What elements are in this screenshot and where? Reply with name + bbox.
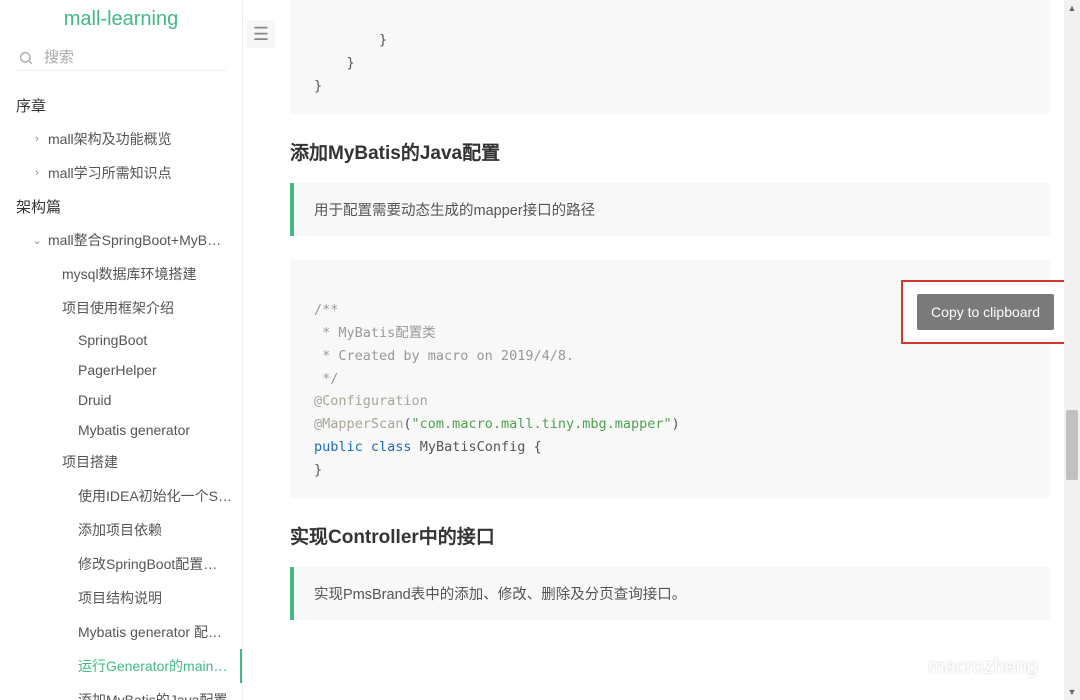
sidebar-item-mybatis-generator[interactable]: Mybatis generator bbox=[0, 415, 242, 445]
highlight-box: Copy to clipboard bbox=[901, 280, 1070, 344]
blockquote-pmsbrand: 实现PmsBrand表中的添加、修改、删除及分页查询接口。 bbox=[290, 567, 1050, 620]
chevron-right-icon: › bbox=[32, 133, 42, 145]
sidebar-item-generator-config[interactable]: Mybatis generator 配… bbox=[0, 615, 242, 649]
code-block-stub: } } } bbox=[290, 0, 1050, 114]
sidebar-item-mysql-setup[interactable]: mysql数据库环境搭建 bbox=[0, 257, 242, 291]
sidebar-item-add-deps[interactable]: 添加项目依赖 bbox=[0, 513, 242, 547]
sidebar-item-architecture-overview[interactable]: › mall架构及功能概览 bbox=[0, 122, 242, 156]
page-scrollbar[interactable]: ▲ ▼ bbox=[1064, 0, 1080, 700]
sidebar-item-label: 使用IDEA初始化一个S… bbox=[78, 486, 232, 506]
chevron-down-icon: ⌄ bbox=[32, 234, 42, 247]
sidebar-item-label: mysql数据库环境搭建 bbox=[62, 264, 197, 284]
brand-link[interactable]: mall-learning bbox=[64, 8, 179, 30]
sidebar-item-label: 项目使用框架介绍 bbox=[62, 298, 174, 318]
sidebar-item-label: 运行Generator的main… bbox=[78, 656, 227, 676]
nav-section-title: 序章 bbox=[0, 89, 242, 122]
sidebar-item-idea-init[interactable]: 使用IDEA初始化一个S… bbox=[0, 479, 242, 513]
sidebar-item-druid[interactable]: Druid bbox=[0, 385, 242, 415]
sidebar-item-pagerhelper[interactable]: PagerHelper bbox=[0, 355, 242, 385]
sidebar-item-label: 修改SpringBoot配置… bbox=[78, 554, 217, 574]
sidebar-item-label: Druid bbox=[78, 392, 111, 408]
nav-section-title: 架构篇 bbox=[0, 190, 242, 223]
sidebar-item-frameworks[interactable]: 项目使用框架介绍 bbox=[0, 291, 242, 325]
sidebar-item-knowledge[interactable]: › mall学习所需知识点 bbox=[0, 156, 242, 190]
search-input[interactable] bbox=[44, 49, 243, 66]
sidebar-item-label: PagerHelper bbox=[78, 362, 157, 378]
sidebar-item-label: mall架构及功能概览 bbox=[48, 129, 172, 149]
sidebar-nav: 序章 › mall架构及功能概览 › mall学习所需知识点 架构篇 ⌄ mall整合… bbox=[0, 85, 242, 700]
sidebar-item-add-mybatis-java[interactable]: 添加MyBatis的Java配置 bbox=[0, 683, 242, 700]
sidebar-item-springboot-myb[interactable]: ⌄ mall整合SpringBoot+MyB… bbox=[0, 223, 242, 257]
copy-to-clipboard-button[interactable]: Copy to clipboard bbox=[917, 294, 1054, 330]
sidebar-item-label: Mybatis generator 配… bbox=[78, 622, 222, 642]
sidebar-item-label: 添加MyBatis的Java配置 bbox=[78, 690, 227, 700]
blockquote-mapper-path: 用于配置需要动态生成的mapper接口的路径 bbox=[290, 183, 1050, 236]
sidebar-item-label: mall整合SpringBoot+MyB… bbox=[48, 230, 221, 250]
watermark-text: macrozheng bbox=[928, 656, 1038, 679]
sidebar-item-run-generator[interactable]: 运行Generator的main… bbox=[0, 649, 242, 683]
brand[interactable]: mall-learning bbox=[0, 0, 242, 37]
sidebar-item-springboot[interactable]: SpringBoot bbox=[0, 325, 242, 355]
sidebar-item-label: mall学习所需知识点 bbox=[48, 163, 172, 183]
search-box[interactable] bbox=[16, 45, 226, 71]
search-icon bbox=[18, 50, 34, 66]
heading-implement-controller: 实现Controller中的接口 bbox=[290, 522, 1050, 549]
heading-add-mybatis-java-config: 添加MyBatis的Java配置 bbox=[290, 138, 1050, 165]
sidebar-item-label: 项目搭建 bbox=[62, 452, 118, 472]
wechat-icon bbox=[872, 648, 918, 686]
sidebar-item-structure[interactable]: 项目结构说明 bbox=[0, 581, 242, 615]
sidebar-item-label: 添加项目依赖 bbox=[78, 520, 162, 540]
sidebar-item-label: Mybatis generator bbox=[78, 422, 190, 438]
chevron-right-icon: › bbox=[32, 167, 42, 179]
main-content: } } } 添加MyBatis的Java配置 用于配置需要动态生成的mapper… bbox=[290, 0, 1050, 700]
sidebar-item-label: 项目结构说明 bbox=[78, 588, 162, 608]
sidebar-item-label: SpringBoot bbox=[78, 332, 147, 348]
watermark: macrozheng bbox=[872, 648, 1038, 686]
scroll-up-arrow-icon[interactable]: ▲ bbox=[1064, 0, 1080, 16]
sidebar-item-modify-config[interactable]: 修改SpringBoot配置… bbox=[0, 547, 242, 581]
scroll-down-arrow-icon[interactable]: ▼ bbox=[1064, 684, 1080, 700]
sidebar: mall-learning 序章 › mall架构及功能概览 › mall学习所需知… bbox=[0, 0, 243, 700]
hamburger-icon: ☰ bbox=[253, 24, 269, 45]
scrollbar-thumb[interactable] bbox=[1066, 410, 1078, 480]
sidebar-item-project-setup[interactable]: 项目搭建 bbox=[0, 445, 242, 479]
sidebar-toggle-button[interactable]: ☰ bbox=[247, 20, 275, 48]
